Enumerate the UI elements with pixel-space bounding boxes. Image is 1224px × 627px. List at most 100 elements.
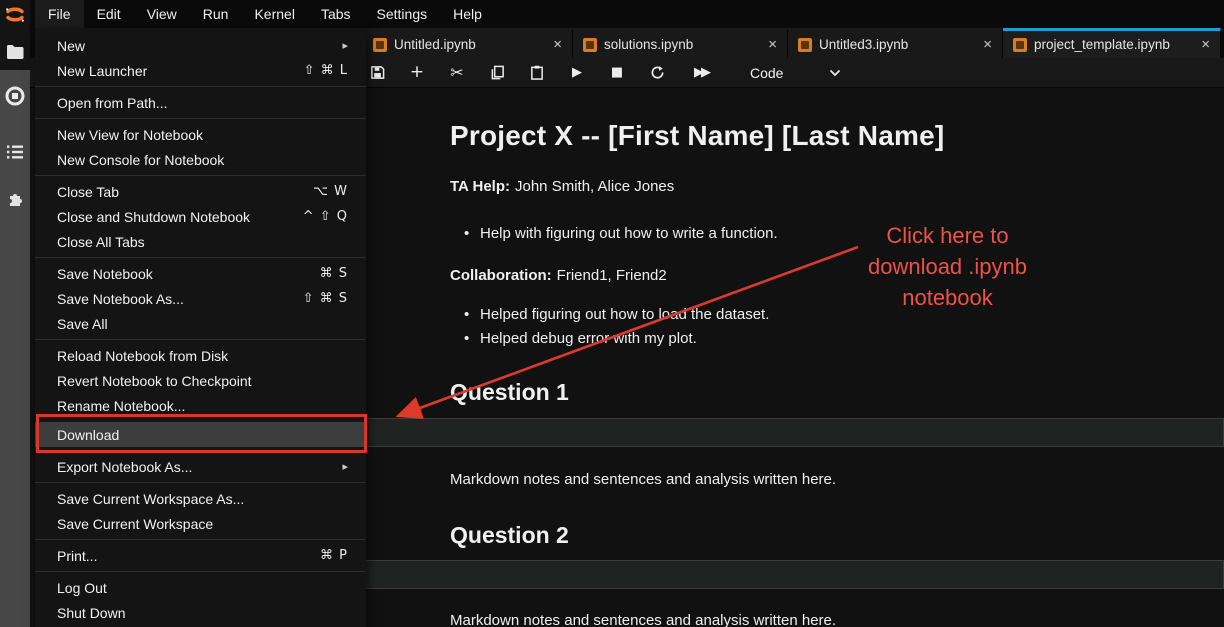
menu-file[interactable]: File: [35, 0, 84, 28]
tab-close-icon[interactable]: ×: [539, 37, 562, 52]
notebook-file-icon: [1013, 38, 1027, 52]
file-dropdown-menu: New ▸ New Launcher ⇧ ⌘ L Open from Path.…: [35, 28, 366, 627]
ta-help-value: John Smith, Alice Jones: [515, 178, 674, 195]
callout-line: download .ipynb: [830, 251, 1065, 282]
menu-item-log-out[interactable]: Log Out: [35, 575, 366, 600]
menu-item-print[interactable]: Print... ⌘ P: [35, 543, 366, 568]
tab-untitled3-ipynb[interactable]: Untitled3.ipynb ×: [788, 28, 1003, 58]
menu-item-label: New View for Notebook: [57, 127, 348, 143]
menu-item-shortcut: ⌘ S: [320, 266, 348, 281]
menu-item-save-notebook[interactable]: Save Notebook ⌘ S: [35, 261, 366, 286]
menu-item-label: Log Out: [57, 580, 348, 596]
tab-solutions-ipynb[interactable]: solutions.ipynb ×: [573, 28, 788, 58]
menu-item-save-all[interactable]: Save All: [35, 311, 366, 336]
tab-untitled-ipynb[interactable]: Untitled.ipynb ×: [363, 28, 573, 58]
chevron-down-icon: [829, 69, 841, 77]
paste-cells-button[interactable]: [528, 64, 546, 82]
play-icon: ▶: [572, 66, 582, 79]
menu-help[interactable]: Help: [440, 0, 495, 28]
stop-icon: ■: [611, 66, 623, 79]
insert-cell-button[interactable]: +: [408, 64, 426, 82]
menu-item-save-current-workspace-as[interactable]: Save Current Workspace As...: [35, 486, 366, 511]
copy-icon: [490, 65, 505, 80]
fast-forward-icon: ▶▶: [694, 66, 708, 79]
notebook-title: Project X -- [First Name] [Last Name]: [450, 120, 1224, 152]
submenu-arrow-icon: ▸: [342, 460, 348, 473]
tab-close-icon[interactable]: ×: [754, 37, 777, 52]
menu-item-label: Shut Down: [57, 605, 348, 621]
menu-item-label: Close All Tabs: [57, 234, 348, 250]
menu-item-save-current-workspace[interactable]: Save Current Workspace: [35, 511, 366, 536]
extension-manager-icon[interactable]: [3, 186, 27, 210]
menu-edit[interactable]: Edit: [84, 0, 134, 28]
save-icon: [370, 65, 385, 80]
cut-cells-button[interactable]: ✂: [448, 64, 466, 82]
menu-item-label: Print...: [57, 548, 320, 564]
save-button[interactable]: [368, 64, 386, 82]
callout-line: Click here to: [830, 220, 1065, 251]
run-cell-button[interactable]: ▶: [568, 64, 586, 82]
notebook-file-icon: [798, 38, 812, 52]
menu-item-label: New Launcher: [57, 63, 304, 79]
menu-run[interactable]: Run: [190, 0, 242, 28]
menu-item-close-and-shutdown-notebook[interactable]: Close and Shutdown Notebook ^ ⇧ Q: [35, 204, 366, 229]
download-highlight-rectangle: [36, 414, 367, 453]
notebook-file-icon: [373, 38, 387, 52]
menu-settings[interactable]: Settings: [364, 0, 441, 28]
menu-item-export-notebook-as[interactable]: Export Notebook As... ▸: [35, 454, 366, 479]
menu-item-label: Open from Path...: [57, 95, 348, 111]
callout-line: notebook: [830, 282, 1065, 313]
restart-icon: [650, 65, 665, 80]
tab-close-icon[interactable]: ×: [969, 37, 992, 52]
menu-tabs[interactable]: Tabs: [308, 0, 364, 28]
file-browser-icon[interactable]: [3, 40, 27, 64]
tab-label: solutions.ipynb: [604, 37, 693, 52]
jupyterlab-window: File Edit View Run Kernel Tabs Settings …: [0, 0, 1224, 627]
menu-kernel[interactable]: Kernel: [241, 0, 307, 28]
menubar: File Edit View Run Kernel Tabs Settings …: [30, 0, 1224, 28]
markdown-note: Markdown notes and sentences and analysi…: [450, 612, 1224, 627]
menu-item-new-launcher[interactable]: New Launcher ⇧ ⌘ L: [35, 58, 366, 83]
menu-item-label: Close Tab: [57, 184, 313, 200]
menu-item-label: Save Current Workspace: [57, 516, 348, 532]
cell-type-value: Code: [750, 65, 783, 81]
ta-help-label: TA Help:: [450, 178, 510, 195]
menu-item-close-tab[interactable]: Close Tab ⌥ W: [35, 179, 366, 204]
menu-item-label: Save Current Workspace As...: [57, 491, 348, 507]
restart-kernel-button[interactable]: [648, 64, 666, 82]
menu-item-label: Reload Notebook from Disk: [57, 348, 348, 364]
submenu-arrow-icon: ▸: [342, 39, 348, 52]
menu-item-new[interactable]: New ▸: [35, 33, 366, 58]
menu-item-new-view-for-notebook[interactable]: New View for Notebook: [35, 122, 366, 147]
notebook-file-icon: [583, 38, 597, 52]
running-kernels-icon[interactable]: [3, 84, 27, 108]
interrupt-kernel-button[interactable]: ■: [608, 64, 626, 82]
cell-type-select[interactable]: Code: [750, 65, 841, 81]
menu-item-reload-notebook-from-disk[interactable]: Reload Notebook from Disk: [35, 343, 366, 368]
collaboration-label: Collaboration:: [450, 267, 552, 284]
menu-item-shortcut: ⌘ P: [320, 548, 348, 563]
menu-view[interactable]: View: [134, 0, 190, 28]
table-of-contents-icon[interactable]: [3, 140, 27, 164]
copy-cells-button[interactable]: [488, 64, 506, 82]
question-1-heading: Question 1: [450, 379, 1224, 406]
menu-item-open-from-path[interactable]: Open from Path...: [35, 90, 366, 115]
download-callout-text: Click here to download .ipynb notebook: [830, 220, 1065, 313]
menu-item-label: New: [57, 38, 342, 54]
menu-item-new-console-for-notebook[interactable]: New Console for Notebook: [35, 147, 366, 172]
menu-item-label: New Console for Notebook: [57, 152, 348, 168]
clipboard-icon: [530, 65, 544, 80]
question-2-heading: Question 2: [450, 522, 1224, 549]
menu-item-revert-notebook-to-checkpoint[interactable]: Revert Notebook to Checkpoint: [35, 368, 366, 393]
tab-project-template-ipynb[interactable]: project_template.ipynb ×: [1003, 28, 1221, 58]
restart-run-all-button[interactable]: ▶▶: [688, 64, 714, 82]
tab-close-icon[interactable]: ×: [1187, 37, 1210, 52]
menu-item-close-all-tabs[interactable]: Close All Tabs: [35, 229, 366, 254]
menu-item-label: Rename Notebook...: [57, 398, 348, 414]
menu-item-label: Save Notebook: [57, 266, 320, 282]
menu-item-save-notebook-as[interactable]: Save Notebook As... ⇧ ⌘ S: [35, 286, 366, 311]
menu-item-shut-down[interactable]: Shut Down: [35, 600, 366, 625]
collaboration-value: Friend1, Friend2: [557, 267, 667, 284]
menu-item-shortcut: ⇧ ⌘ S: [303, 291, 348, 306]
menu-item-label: Save Notebook As...: [57, 291, 303, 307]
